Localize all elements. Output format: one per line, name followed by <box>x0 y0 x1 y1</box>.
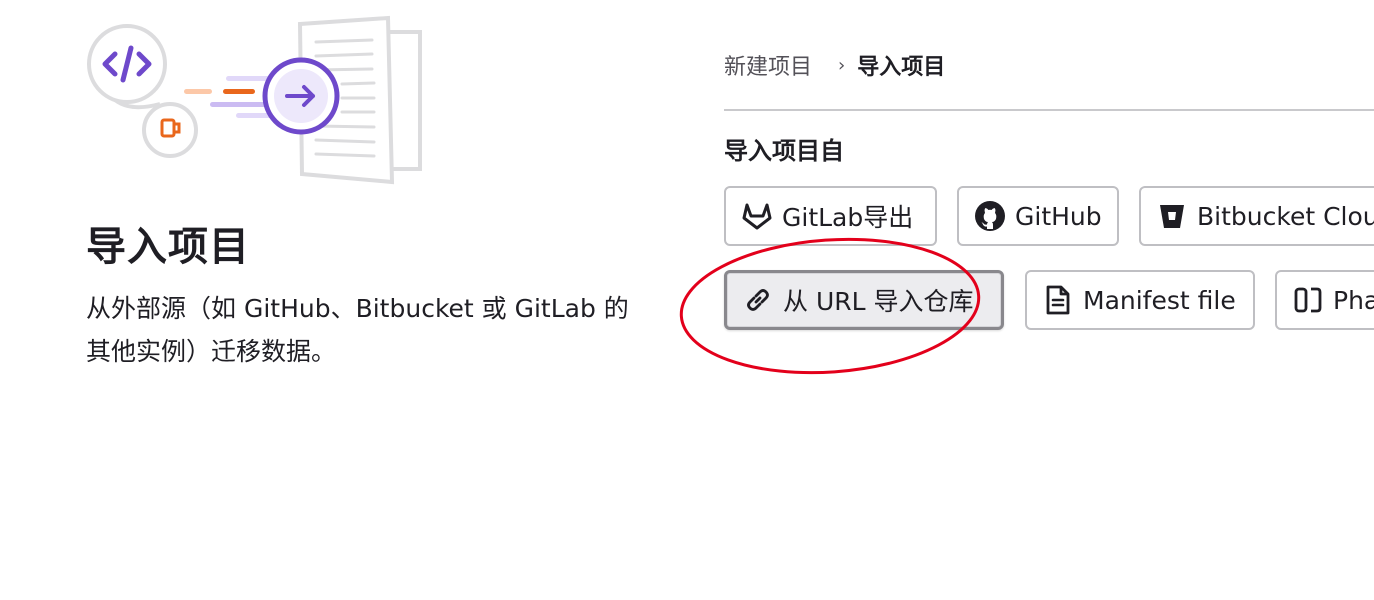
source-label: GitHub <box>1015 201 1102 231</box>
github-button[interactable]: GitHub <box>957 186 1119 246</box>
cup-icon <box>142 102 198 158</box>
divider <box>724 109 1374 111</box>
arrow-right-icon <box>262 57 340 135</box>
breadcrumb-new-project[interactable]: 新建项目 <box>724 49 812 81</box>
link-icon <box>741 283 775 317</box>
breadcrumb: 新建项目 › 导入项目 <box>724 48 945 82</box>
page-description: 从外部源（如 GitHub、Bitbucket 或 GitLab 的其他实例）迁… <box>86 294 629 366</box>
import-from-label: 导入项目自 <box>724 137 844 165</box>
gitlab-export-button[interactable]: GitLab导出 <box>724 186 937 246</box>
source-label: Manifest file <box>1083 285 1236 315</box>
chevron-right-icon: › <box>838 54 846 76</box>
import-project-page: 导入项目 从外部源（如 GitHub、Bitbucket 或 GitLab 的其… <box>0 0 1374 600</box>
phabricator-button[interactable]: Phabricator <box>1275 270 1374 330</box>
source-label: Bitbucket Cloud <box>1197 201 1374 231</box>
bitbucket-icon <box>1155 199 1189 233</box>
source-label: GitLab导出 <box>782 203 914 232</box>
github-icon <box>973 199 1007 233</box>
tanuki-icon <box>740 199 774 233</box>
code-bubble-icon <box>87 24 167 110</box>
source-label: Phabricator <box>1333 285 1374 315</box>
breadcrumb-current: 导入项目 <box>857 55 946 80</box>
document-icon <box>1041 283 1075 317</box>
import-by-url-button[interactable]: 从 URL 导入仓库 <box>724 270 1004 330</box>
page-title: 导入项目 <box>86 224 250 270</box>
phabricator-icon <box>1291 283 1325 317</box>
import-illustration <box>87 15 422 185</box>
source-label: 从 URL 导入仓库 <box>783 287 974 316</box>
manifest-file-button[interactable]: Manifest file <box>1025 270 1255 330</box>
bitbucket-cloud-button[interactable]: Bitbucket Cloud <box>1139 186 1374 246</box>
